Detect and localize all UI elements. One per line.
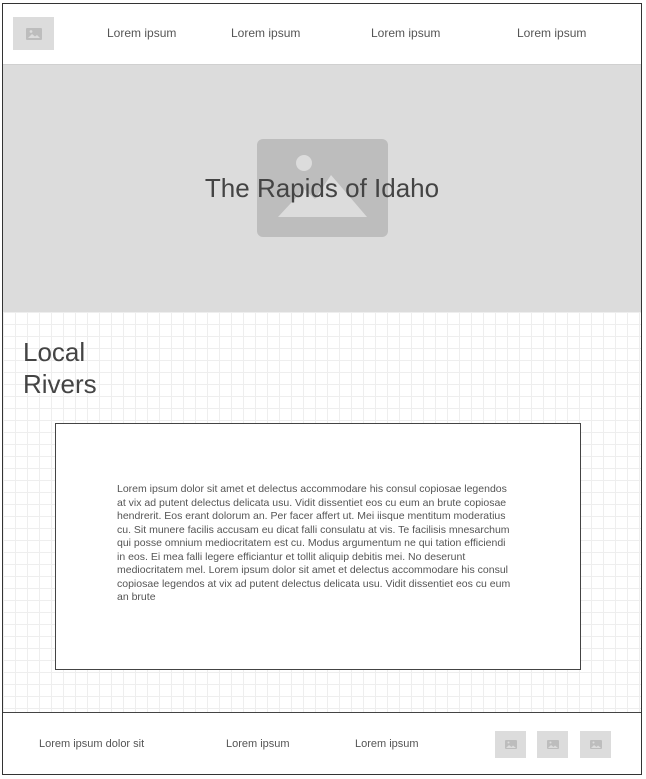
social-link-1[interactable]: [495, 731, 526, 758]
section-title: Local Rivers: [23, 336, 97, 400]
section-title-line2: Rivers: [23, 369, 97, 399]
image-placeholder-icon: [589, 740, 602, 749]
text-box: Lorem ipsum dolor sit amet et delectus a…: [55, 423, 581, 670]
social-link-2[interactable]: [537, 731, 568, 758]
nav-link-4[interactable]: Lorem ipsum: [517, 26, 586, 40]
hero-title: The Rapids of Idaho: [204, 173, 440, 203]
header: Lorem ipsum Lorem ipsum Lorem ipsum Lore…: [3, 4, 641, 65]
main-content: Local Rivers Lorem ipsum dolor sit amet …: [3, 312, 641, 712]
image-placeholder-icon: [504, 740, 517, 749]
body-paragraph: Lorem ipsum dolor sit amet et delectus a…: [117, 483, 511, 603]
nav-link-2[interactable]: Lorem ipsum: [231, 26, 300, 40]
nav-link-1[interactable]: Lorem ipsum: [107, 26, 176, 40]
page-frame: Lorem ipsum Lorem ipsum Lorem ipsum Lore…: [2, 3, 642, 775]
nav-link-3[interactable]: Lorem ipsum: [371, 26, 440, 40]
footer: Lorem ipsum dolor sit Lorem ipsum Lorem …: [3, 712, 641, 774]
footer-link-2[interactable]: Lorem ipsum: [226, 738, 290, 750]
footer-link-3[interactable]: Lorem ipsum: [355, 738, 419, 750]
section-title-line1: Local: [23, 337, 86, 367]
logo[interactable]: [13, 17, 54, 50]
image-placeholder-icon: [546, 740, 559, 749]
image-placeholder-icon: [25, 27, 42, 40]
social-link-3[interactable]: [580, 731, 611, 758]
footer-link-1[interactable]: Lorem ipsum dolor sit: [39, 738, 144, 750]
hero-banner: The Rapids of Idaho: [3, 65, 641, 312]
